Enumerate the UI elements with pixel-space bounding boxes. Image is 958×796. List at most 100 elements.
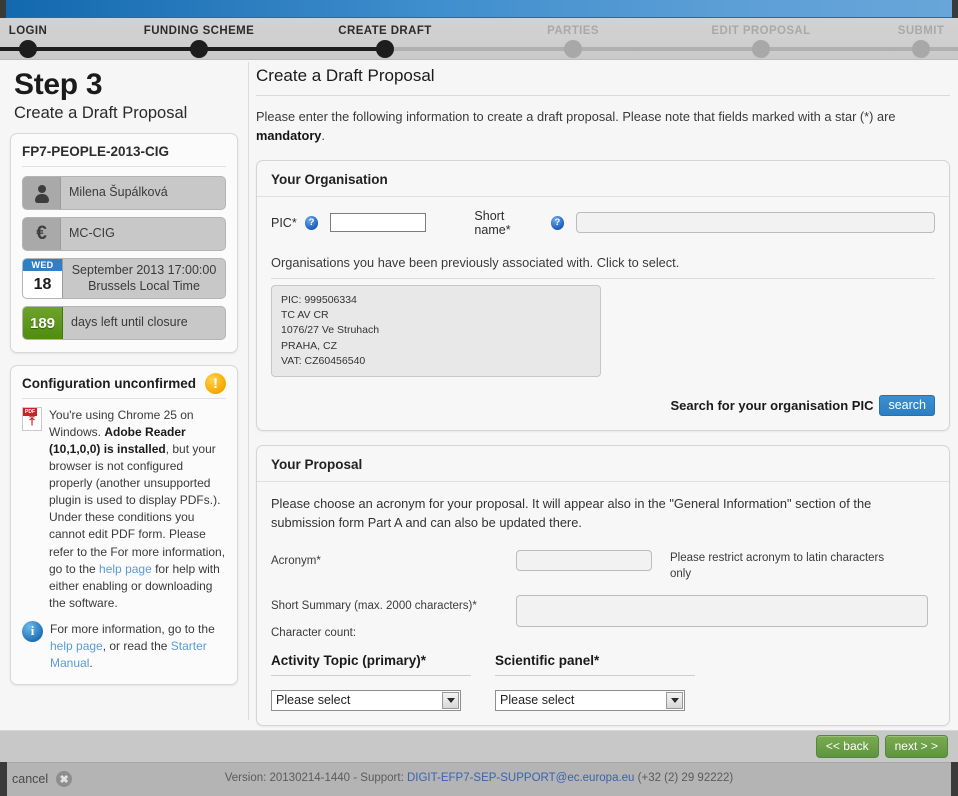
support-phone: (+32 (2) 29 92222) (634, 772, 734, 784)
acronym-label: Acronym* (271, 555, 321, 568)
activity-topic-select-wrap: Please select (271, 689, 461, 711)
dropdown-columns: Activity Topic (primary)* Please select … (271, 653, 935, 711)
calendar-day: 18 (33, 275, 52, 293)
configuration-info-text: For more information, go to the help pag… (50, 621, 226, 672)
scientific-panel-select[interactable]: Please select (495, 689, 685, 711)
organisation-entry[interactable]: PIC: 999506334 TC AV CR 1076/27 Ve Struh… (271, 284, 601, 377)
top-blue-bar (0, 0, 958, 18)
content-divider (248, 62, 249, 720)
wizard-step-dot (564, 40, 582, 58)
chevron-down-icon-2[interactable] (666, 691, 683, 709)
org-pic: PIC: 999506334 (281, 293, 357, 306)
proposal-card: Your Proposal Please choose an acronym f… (256, 444, 950, 726)
call-identifier: FP7-PEOPLE-2013-CIG (22, 144, 226, 167)
warning-icon: ! (205, 373, 226, 395)
acronym-input[interactable] (516, 550, 652, 572)
wizard-step-label: EDIT PROPOSAL (711, 25, 811, 37)
application-root: LOGIN FUNDING SCHEME CREATE DRAFT PARTIES ED… (0, 0, 958, 796)
organisation-card-title: Your Organisation (257, 161, 949, 197)
footer-bar: cancel ✖ Version: 20130214-1440 - Suppor… (0, 762, 958, 796)
navigation-button-bar: << back next > > (0, 730, 958, 762)
org-vat: VAT: CZ60456540 (281, 354, 366, 367)
scientific-panel-column: Scientific panel* Please select (495, 653, 695, 711)
help-page-link[interactable]: help page (99, 562, 152, 576)
deadline-line-1: September 2013 17:00:00 (71, 263, 217, 277)
call-scheme-row: € MC-CIG (22, 217, 226, 251)
search-button[interactable]: search (879, 394, 935, 416)
proposal-card-body: Please choose an acronym for your propos… (257, 482, 949, 725)
info-text-2: , or read the (102, 638, 171, 653)
info-text-3: . (89, 655, 93, 670)
pic-input[interactable] (330, 213, 427, 233)
wizard-step-label: FUNDING SCHEME (143, 25, 255, 37)
call-deadline-text: September 2013 17:00:00 Brussels Local T… (63, 259, 225, 298)
chevron-down-icon[interactable] (442, 691, 459, 709)
search-row: Search for your organisation PIC search (271, 394, 935, 416)
pdf-icon: ⤒ (22, 407, 42, 432)
call-days-left-row: 189 days left until closure (22, 306, 226, 341)
previous-organisations-note: Organisations you have been previously a… (271, 255, 935, 279)
org-name: TC AV CR (281, 309, 329, 322)
acronym-hint: Please restrict acronym to latin charact… (670, 552, 885, 581)
main-content: Create a Draft Proposal Please enter the… (256, 66, 950, 730)
summary-row: Short Summary (max. 2000 characters)* (271, 594, 935, 627)
browser-text-2: , but your browser is not configured pro… (49, 442, 226, 576)
activity-topic-header: Activity Topic (primary)* (271, 653, 471, 676)
organisation-card: Your Organisation PIC* ? Short name* ? O… (256, 159, 950, 431)
pic-help-icon[interactable]: ? (304, 215, 319, 230)
organisation-card-body: PIC* ? Short name* ? Organisations you h… (257, 197, 949, 430)
activity-topic-column: Activity Topic (primary)* Please select (271, 653, 471, 711)
configuration-title-row: Configuration unconfirmed ! (22, 373, 226, 400)
step-subtitle: Create a Draft Proposal (14, 104, 188, 122)
wizard-step-dot (190, 40, 208, 58)
deadline-line-2: Brussels Local Time (88, 278, 200, 293)
days-left-badge: 189 (23, 307, 63, 340)
call-user-name: Milena Šupálková (69, 185, 168, 200)
wizard-step-dot (376, 40, 394, 58)
back-button[interactable]: << back (815, 735, 879, 758)
call-scheme-name: MC-CIG (69, 226, 115, 241)
short-name-help-icon[interactable]: ? (550, 215, 565, 230)
org-city: PRAHA, CZ (281, 339, 338, 352)
pic-label: PIC* (271, 215, 297, 230)
wizard-step-label: PARTIES (547, 25, 599, 37)
wizard-step-dot (19, 40, 37, 58)
version-prefix: Version: 20130214-1440 - Support: (224, 772, 407, 784)
call-user-row: Milena Šupálková (22, 176, 226, 210)
configuration-panel: Configuration unconfirmed ! ⤒ You're usi… (10, 365, 238, 685)
intro-text-1: Please enter the following information t… (256, 109, 896, 124)
summary-label: Short Summary (max. 2000 characters)* (271, 599, 477, 612)
page-intro: Please enter the following information t… (256, 107, 950, 146)
organisation-field-row: PIC* ? Short name* ? (271, 209, 935, 237)
info-text-1: For more information, go to the (50, 621, 215, 636)
info-icon: i (22, 620, 43, 642)
support-email-link[interactable]: DIGIT-EFP7-SEP-SUPPORT@ec.europa.eu (407, 772, 634, 784)
info-help-page-link[interactable]: help page (50, 639, 103, 653)
configuration-browser-row: ⤒ You're using Chrome 25 on Windows. Ado… (22, 407, 226, 611)
proposal-card-title: Your Proposal (257, 446, 949, 482)
configuration-browser-text: You're using Chrome 25 on Windows. Adobe… (49, 407, 226, 611)
call-deadline-row: WED 18 September 2013 17:00:00 Brussels … (22, 258, 226, 300)
sidebar: Step 3 Create a Draft Proposal FP7-PEOPL… (0, 62, 248, 730)
version-info: Version: 20130214-1440 - Support: DIGIT-… (0, 772, 958, 784)
proposal-intro: Please choose an acronym for your propos… (271, 495, 872, 531)
euro-icon: € (23, 218, 61, 250)
next-button[interactable]: next > > (884, 735, 948, 758)
short-name-label: Short name* (474, 208, 511, 237)
activity-topic-select[interactable]: Please select (271, 689, 461, 711)
wizard-step-label: SUBMIT (897, 25, 945, 37)
short-name-input[interactable] (576, 212, 935, 234)
configuration-title: Configuration unconfirmed (22, 376, 196, 392)
acronym-row: Acronym* Please restrict acronym to lati… (271, 550, 935, 582)
step-title: Step 3 (14, 68, 103, 101)
org-street: 1076/27 Ve Struhach (281, 324, 380, 337)
summary-textarea[interactable] (516, 594, 928, 627)
configuration-info-row: i For more information, go to the help p… (22, 620, 226, 672)
person-icon (23, 177, 61, 209)
wizard-step-dot (912, 40, 930, 58)
scientific-panel-header: Scientific panel* (495, 653, 695, 676)
intro-text-2: . (321, 128, 325, 144)
intro-bold: mandatory (256, 128, 322, 144)
scientific-panel-select-wrap: Please select (495, 689, 685, 711)
character-count-label: Character count: (271, 626, 357, 639)
